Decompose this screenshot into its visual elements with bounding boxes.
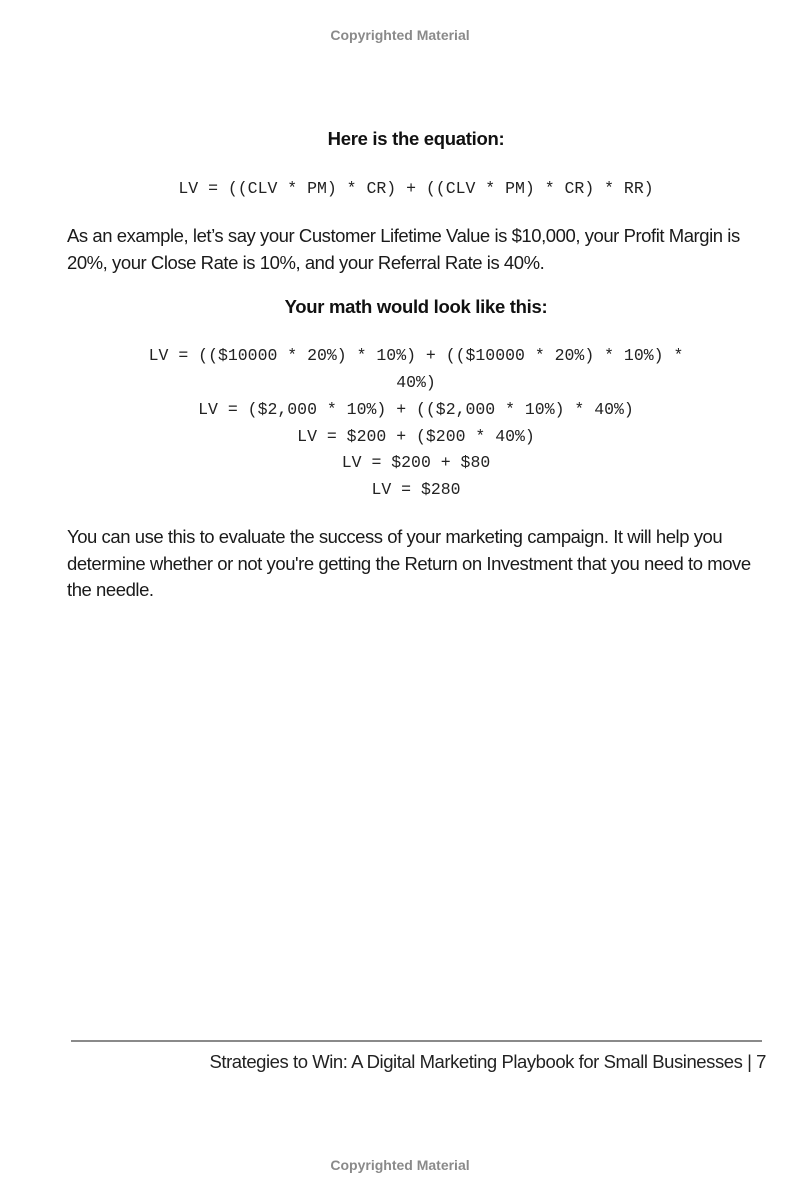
math-line: LV = $200 + $80 xyxy=(341,453,491,472)
conclusion-paragraph: You can use this to evaluate the success… xyxy=(67,526,751,600)
page-footer: Strategies to Win: A Digital Marketing P… xyxy=(209,1051,767,1073)
copyright-watermark-top: Copyrighted Material xyxy=(330,27,470,43)
equation-heading: Here is the equation: xyxy=(327,128,505,149)
running-title: Strategies to Win: A Digital Marketing P… xyxy=(209,1051,743,1072)
example-paragraph: As an example, let’s say your Customer L… xyxy=(67,225,740,273)
math-line: 40%) xyxy=(396,373,436,392)
equation-formula: LV = ((CLV * PM) * CR) + ((CLV * PM) * C… xyxy=(178,179,654,198)
page-number: 7 xyxy=(756,1051,766,1072)
math-result-line: LV = $280 xyxy=(371,480,461,499)
copyright-watermark-bottom: Copyrighted Material xyxy=(330,1157,470,1173)
math-line: LV = $200 + ($200 * 40%) xyxy=(297,427,535,446)
footer-separator: | xyxy=(747,1051,752,1072)
math-line: LV = ($2,000 * 10%) + (($2,000 * 10%) * … xyxy=(198,400,634,419)
footer-divider xyxy=(71,1040,762,1042)
math-heading: Your math would look like this: xyxy=(284,296,548,317)
math-line: LV = (($10000 * 20%) * 10%) + (($10000 *… xyxy=(148,346,684,365)
